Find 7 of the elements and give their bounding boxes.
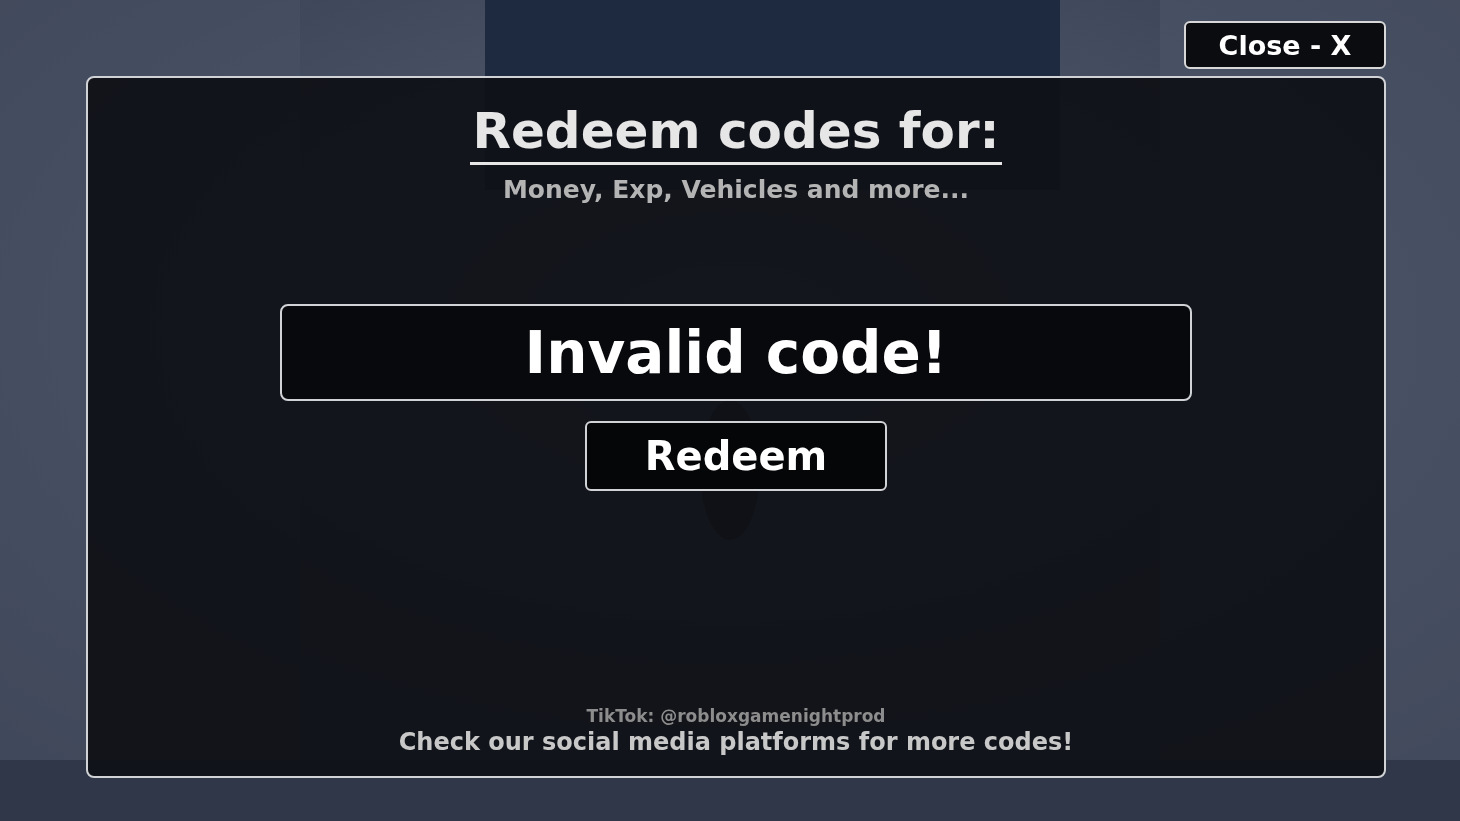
panel-subtitle: Money, Exp, Vehicles and more... [502,175,970,204]
footer-message: Check our social media platforms for more codes! [398,728,1074,756]
tiktok-handle: TikTok: @robloxgamenightprod [586,706,886,726]
close-button[interactable]: Close - X [1184,21,1386,69]
redeem-button[interactable]: Redeem [585,421,887,491]
panel-title: Redeem codes for: [470,100,1002,165]
code-input-field[interactable]: Invalid code! [280,304,1192,401]
